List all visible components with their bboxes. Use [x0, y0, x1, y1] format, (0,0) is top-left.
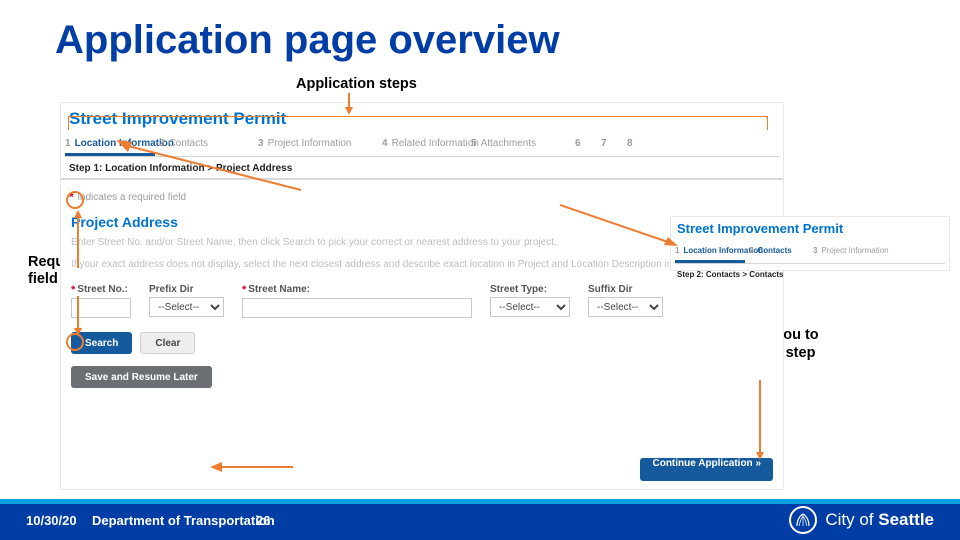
suffix-dir-select[interactable]: --Select--: [588, 297, 663, 317]
field-prefix-dir: Prefix Dir --Select--: [149, 284, 224, 318]
arrow-down-icon: [74, 210, 82, 270]
save-resume-button[interactable]: Save and Resume Later: [71, 366, 212, 388]
arrow-down-icon: [756, 380, 764, 460]
step-5[interactable]: 5Attachments: [471, 133, 571, 153]
step-4[interactable]: 4Related Information: [382, 133, 467, 153]
asterisk-icon: *: [71, 284, 75, 296]
street-name-input[interactable]: [242, 298, 472, 318]
field-street-name: *Street Name:: [242, 284, 472, 318]
street-type-select[interactable]: --Select--: [490, 297, 570, 317]
field-street-type: Street Type: --Select--: [490, 284, 570, 318]
permit-title: Street Improvement Permit: [671, 217, 949, 238]
field-row: *Street No.: Prefix Dir --Select-- *Stre…: [61, 282, 783, 326]
step-6[interactable]: 6: [575, 133, 597, 153]
arrow-right-icon: [560, 200, 680, 250]
footer-page-number: 26: [256, 513, 270, 528]
side-screenshot: Street Improvement Permit 1Location Info…: [670, 216, 950, 271]
prefix-dir-select[interactable]: --Select--: [149, 297, 224, 317]
callout-application-steps: Application steps: [296, 76, 417, 92]
seattle-seal-icon: [789, 506, 817, 534]
clear-button[interactable]: Clear: [140, 332, 195, 354]
step-2[interactable]: 2Contacts: [749, 240, 809, 260]
footer-date: 10/30/20: [26, 513, 77, 528]
arrow-down-icon: [74, 296, 82, 336]
step-8[interactable]: 8: [627, 133, 649, 153]
step-7[interactable]: 7: [601, 133, 623, 153]
breadcrumb: Step 2: Contacts > Contacts: [671, 268, 949, 281]
slide-title: Application page overview: [55, 18, 560, 63]
continue-button[interactable]: Continue Application »: [640, 458, 773, 481]
arrow-down-icon: [345, 93, 353, 115]
search-button-row: Search Clear: [61, 326, 783, 360]
circle-highlight-icon: [66, 191, 84, 209]
step-1[interactable]: 1Location Information: [675, 240, 745, 260]
arrow-left-icon: [116, 140, 306, 195]
step-3[interactable]: 3Project Information: [813, 240, 903, 260]
save-button-row: Save and Resume Later: [61, 360, 783, 394]
asterisk-icon: *: [242, 284, 246, 296]
stepper: 1Location Information 2Contacts 3Project…: [671, 238, 949, 260]
bracket-icon: [68, 116, 768, 130]
arrow-left-icon: [210, 460, 295, 474]
footer-department: Department of Transportation: [92, 513, 275, 528]
seattle-logo: City of Seattle: [789, 506, 934, 534]
divider: [675, 263, 945, 264]
field-suffix-dir: Suffix Dir --Select--: [588, 284, 663, 318]
